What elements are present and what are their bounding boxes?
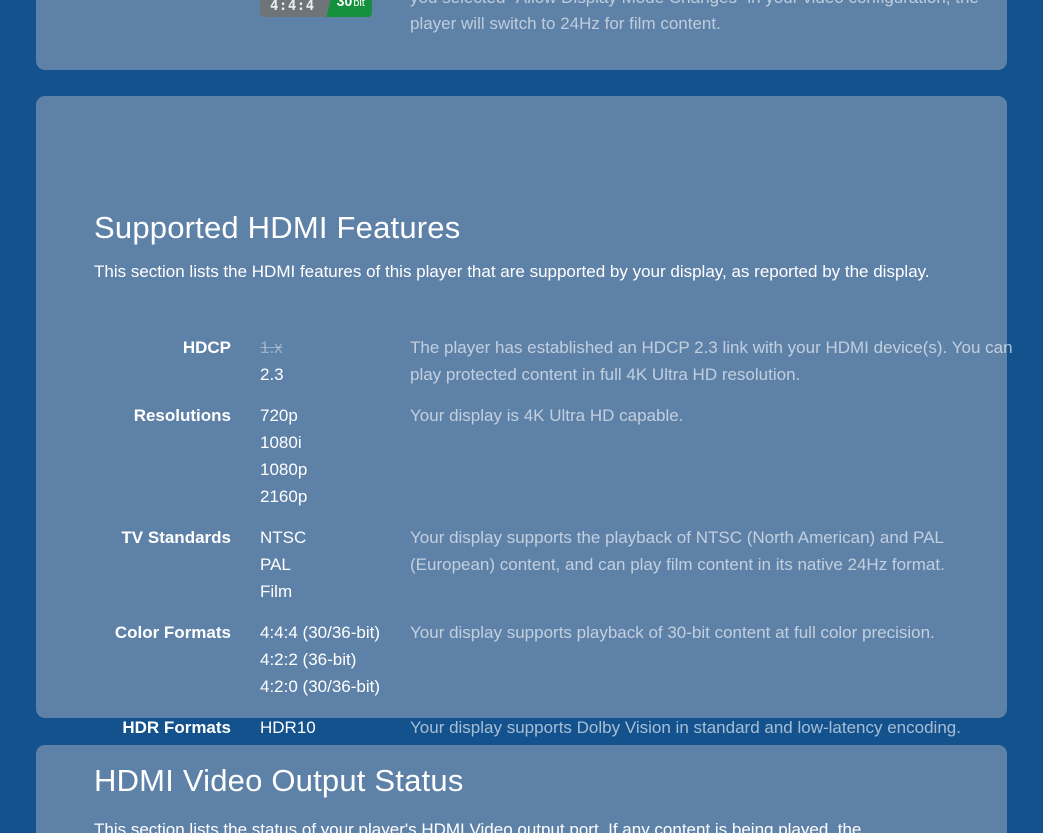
badge-depth: 30 bit — [336, 0, 372, 17]
feature-value: 4:2:2 (36-bit) — [260, 650, 357, 669]
feature-value: 4:4:4 (30/36-bit) — [260, 623, 381, 642]
feature-values: 720p 1080i 1080p 2160p — [260, 402, 405, 510]
color-format-badge: 4:4:4 30 bit — [260, 0, 372, 17]
feature-description: Your display is 4K Ultra HD capable. — [410, 406, 684, 425]
feature-value: Film — [260, 582, 293, 601]
feature-value: 1080i — [260, 433, 302, 452]
feature-value: HDR10 — [260, 718, 316, 737]
top-panel-content: 4:4:4 30bit you selected “Allow Display … — [36, 0, 1007, 70]
features-section-description: This section lists the HDMI features of … — [94, 262, 930, 281]
feature-values: NTSC PAL Film — [260, 524, 405, 605]
feature-label: TV Standards — [121, 528, 231, 547]
output-section-description: This section lists the status of your pl… — [94, 820, 862, 833]
badge-chroma-label: 4:4:4 — [260, 0, 324, 17]
feature-value: 4:2:0 (30/36-bit) — [260, 677, 381, 696]
features-section-title: Supported HDMI Features — [94, 210, 461, 245]
feature-value-unsupported: 1.x — [260, 338, 283, 357]
feature-description: Your display supports the playback of NT… — [410, 528, 945, 574]
badge-depth-unit: bit — [353, 0, 365, 9]
feature-description: Your display supports Dolby Vision in st… — [410, 718, 961, 737]
feature-description: Your display supports playback of 30-bit… — [410, 623, 935, 642]
panel-hdmi-video-output-status: HDMI Video Output Status This section li… — [36, 745, 1007, 833]
feature-value: NTSC — [260, 528, 307, 547]
feature-label: Resolutions — [133, 406, 231, 425]
feature-values: 4:4:4 (30/36-bit) 4:2:2 (36-bit) 4:2:0 (30… — [260, 619, 405, 700]
feature-value: 720p — [260, 406, 298, 425]
panel-supported-hdmi-features: Supported HDMI Features This section lis… — [36, 96, 1013, 764]
panel-display-mode-note: 4:4:4 30bit you selected “Allow Display … — [36, 0, 1007, 70]
badge-depth-number: 30 — [336, 0, 353, 9]
feature-label: HDR Formats — [122, 718, 231, 737]
feature-value: 2.3 — [260, 365, 284, 384]
feature-label: Color Formats — [114, 623, 231, 642]
badge-divider-icon — [323, 0, 337, 17]
feature-label: HDCP — [182, 338, 231, 357]
feature-value: 2160p — [260, 487, 308, 506]
feature-description: The player has established an HDCP 2.3 l… — [410, 338, 1013, 384]
output-section-title: HDMI Video Output Status — [94, 763, 464, 798]
feature-values: 1.x 2.3 — [260, 334, 405, 388]
feature-value: 1080p — [260, 460, 308, 479]
hdmi-status-page: 4:4:4 30bit you selected “Allow Display … — [0, 0, 1043, 833]
display-mode-note-text: you selected “Allow Display Mode Changes… — [410, 0, 979, 33]
feature-value: PAL — [260, 555, 291, 574]
